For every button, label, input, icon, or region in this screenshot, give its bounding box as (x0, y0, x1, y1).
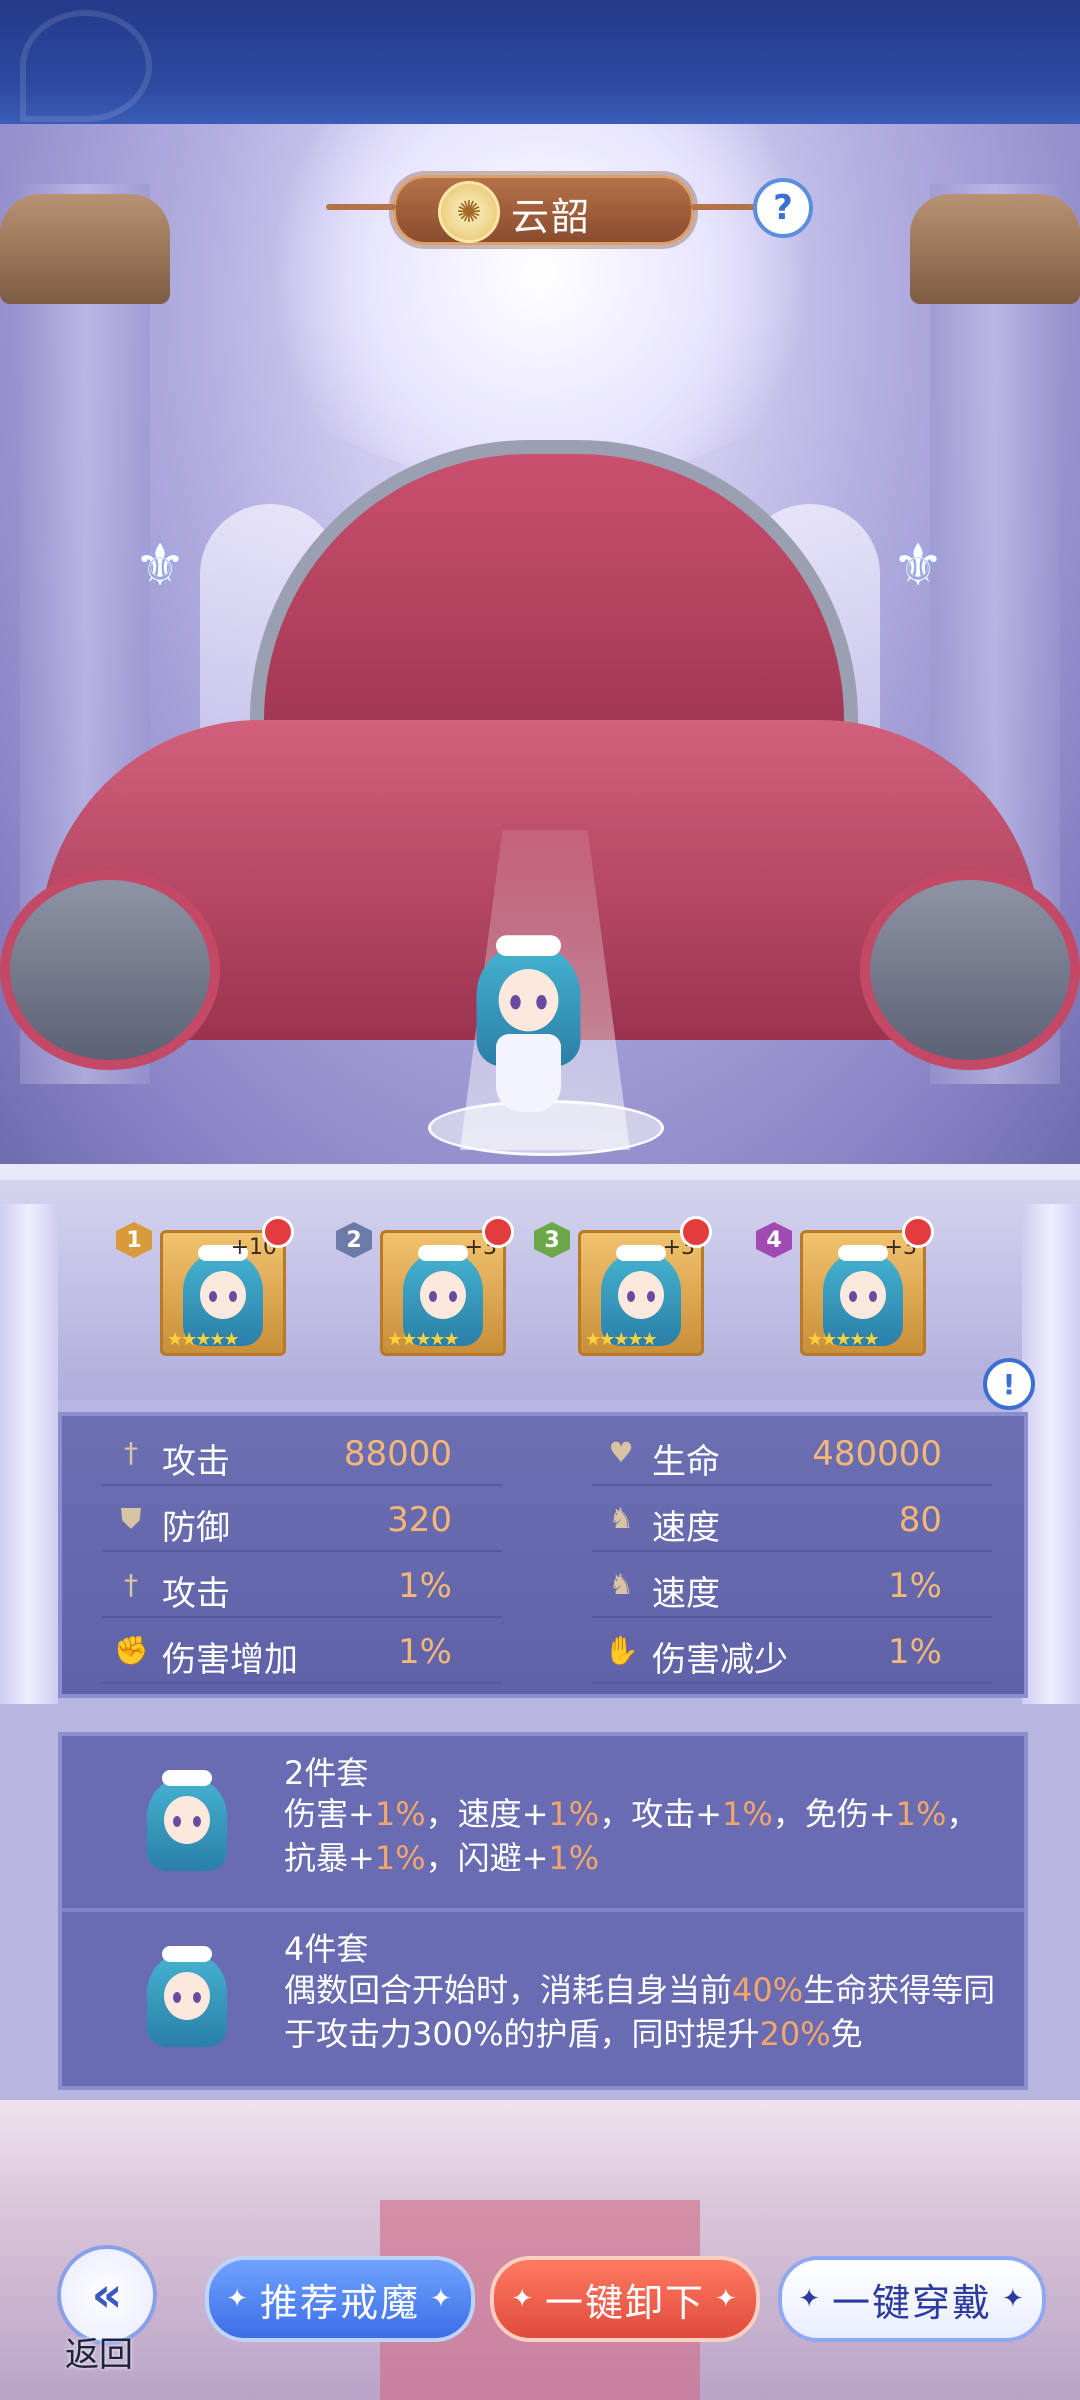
back-label: 返回 (65, 2335, 133, 2375)
red-dot-badge (680, 1216, 712, 1248)
red-dot-badge (482, 1216, 514, 1248)
set-title: 2件套 (284, 1754, 369, 1792)
sparkle-icon: ✦ (430, 2284, 454, 2314)
sun-emblem-icon: ✺ (438, 181, 500, 243)
stat-row: ♥ 生命 480000 (592, 1422, 992, 1486)
equipment-slot-4[interactable]: 4 +3 ★★★★★ (756, 1216, 934, 1356)
stat-row: ♞ 速度 1% (592, 1554, 992, 1618)
set-bonus-4: 4件套 偶数回合开始时，消耗自身当前40%生命获得等同于攻击力300%的护盾，同… (62, 1912, 1024, 2082)
set-avatar (142, 1942, 232, 2052)
set-avatar (142, 1766, 232, 1876)
character-title-plate: ✺ 云韶 (326, 175, 761, 245)
pillar-capital-left (0, 194, 170, 304)
equipment-slot-2[interactable]: 2 +3 ★★★★★ (336, 1216, 514, 1356)
character-name: 云韶 (511, 195, 592, 239)
slot-stars: ★★★★★ (807, 1329, 880, 1350)
recommend-label: 推荐戒魔 (259, 2280, 420, 2325)
equipment-slot-3[interactable]: 3 +3 ★★★★★ (534, 1216, 712, 1356)
fleur-de-lis-icon: ⚜ (892, 531, 944, 599)
heart-icon: ♥ (608, 1436, 634, 1469)
boot-icon: ♞ (608, 1502, 634, 1535)
red-dot-badge (902, 1216, 934, 1248)
sparkle-icon: ✦ (226, 2284, 250, 2314)
shelf-post-left (0, 1204, 58, 1704)
sword-icon: † (124, 1436, 138, 1469)
top-banner (0, 0, 1080, 126)
set-title: 4件套 (284, 1930, 369, 1968)
recommend-button[interactable]: ✦ 推荐戒魔 ✦ (205, 2256, 475, 2342)
sparkle-icon: ✦ (1002, 2284, 1026, 2314)
damage-down-icon: ✋ (604, 1634, 639, 1667)
stat-row: † 攻击 1% (102, 1554, 502, 1618)
slot-stars: ★★★★★ (387, 1329, 460, 1350)
back-button[interactable]: « 返回 (55, 2245, 157, 2385)
stats-panel: † 攻击 88000 ♥ 生命 480000 ⛊ 防御 320 ♞ 速度 80 … (58, 1412, 1028, 1698)
equip-all-button[interactable]: ✦ 一键穿戴 ✦ (778, 2256, 1046, 2342)
throne-arm-left (0, 870, 220, 1070)
info-button[interactable]: ! (983, 1358, 1035, 1410)
stat-row: ♞ 速度 80 (592, 1488, 992, 1552)
pillar-capital-right (910, 194, 1080, 304)
stat-row: ✋ 伤害减少 1% (592, 1620, 992, 1684)
damage-up-icon: ✊ (114, 1634, 149, 1667)
set-description: 伤害+1%，速度+1%，攻击+1%，免伤+1%，抗暴+1%，闪避+1% (284, 1795, 979, 1877)
equip-label: 一键穿戴 (831, 2280, 992, 2325)
shield-icon: ⛊ (120, 1502, 142, 1535)
sparkle-icon: ✦ (798, 2284, 822, 2314)
set-bonus-2: 2件套 伤害+1%，速度+1%，攻击+1%，免伤+1%，抗暴+1%，闪避+1% (62, 1736, 1024, 1906)
sword-icon: † (124, 1568, 138, 1601)
fleur-de-lis-icon: ⚜ (134, 531, 186, 599)
equipment-slot-1[interactable]: 1 +10 ★★★★★ (116, 1216, 294, 1356)
unequip-all-button[interactable]: ✦ 一键卸下 ✦ (490, 2256, 760, 2342)
sparkle-icon: ✦ (511, 2284, 535, 2314)
sparkle-icon: ✦ (715, 2284, 739, 2314)
set-bonus-panel: 2件套 伤害+1%，速度+1%，攻击+1%，免伤+1%，抗暴+1%，闪避+1% … (58, 1732, 1028, 2090)
unequip-label: 一键卸下 (544, 2280, 705, 2325)
set-description: 偶数回合开始时，消耗自身当前40%生命获得等同于攻击力300%的护盾，同时提升2… (284, 1971, 996, 2053)
red-dot-badge (262, 1216, 294, 1248)
slot-stars: ★★★★★ (167, 1329, 240, 1350)
boot-icon: ♞ (608, 1568, 634, 1601)
stat-row: ⛊ 防御 320 (102, 1488, 502, 1552)
character-sprite[interactable] (470, 930, 587, 1112)
help-button[interactable]: ? (753, 178, 813, 238)
stat-row: † 攻击 88000 (102, 1422, 502, 1486)
throne-arm-right (860, 870, 1080, 1070)
stat-row: ✊ 伤害增加 1% (102, 1620, 502, 1684)
shelf-post-right (1022, 1204, 1080, 1704)
heart-emblem-icon (20, 10, 152, 122)
slot-stars: ★★★★★ (585, 1329, 658, 1350)
